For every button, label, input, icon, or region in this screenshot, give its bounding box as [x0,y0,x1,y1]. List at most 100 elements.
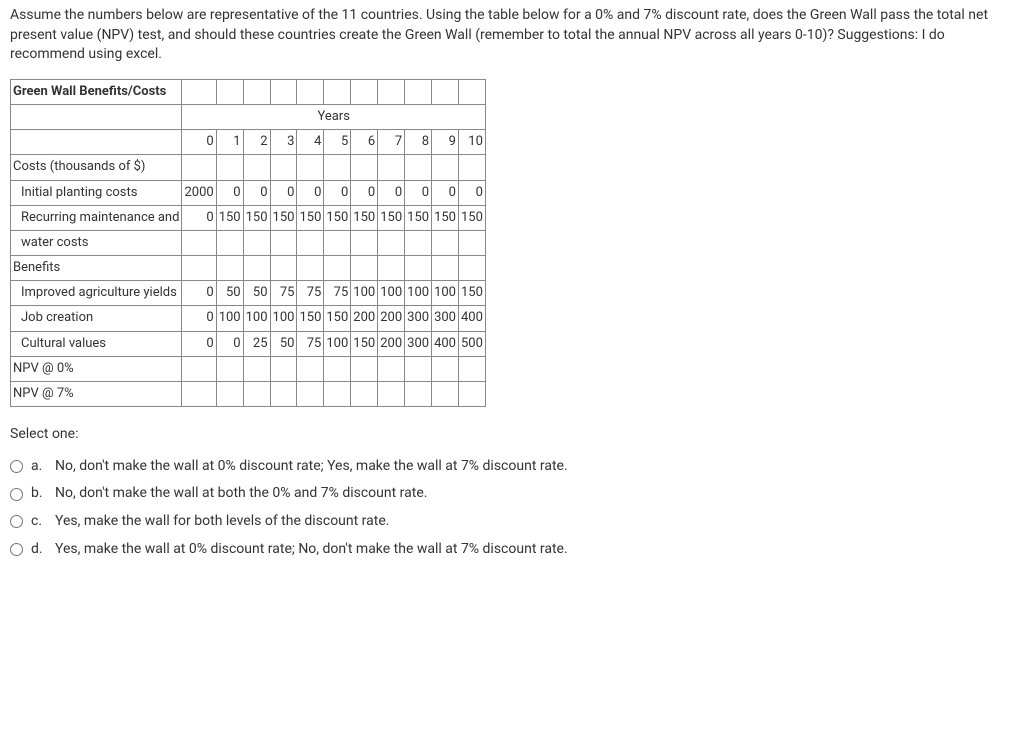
data-cell [324,356,351,381]
blank-cell [432,79,459,104]
data-cell [432,256,459,281]
row-label: Recurring maintenance and [11,205,182,230]
data-cell [297,230,324,255]
data-cell [243,382,270,407]
data-cell [458,256,485,281]
year-header: 4 [297,130,324,155]
data-cell [378,356,405,381]
data-cell [182,356,216,381]
data-cell: 500 [458,331,485,356]
data-cell: 0 [351,180,378,205]
row-label: Cultural values [11,331,182,356]
option-a[interactable]: a. No, don't make the wall at 0% discoun… [10,453,1011,481]
option-c-radio[interactable] [10,515,23,528]
option-c[interactable]: c. Yes, make the wall for both levels of… [10,508,1011,536]
option-b-radio[interactable] [10,488,23,501]
data-cell [216,382,243,407]
blank-cell [405,79,432,104]
data-cell [243,256,270,281]
data-cell: 0 [182,281,216,306]
table-row: Benefits [11,256,486,281]
data-cell [351,155,378,180]
data-cell: 100 [405,281,432,306]
data-cell: 150 [351,331,378,356]
table-title: Green Wall Benefits/Costs [11,79,182,104]
year-header: 10 [458,130,485,155]
data-cell: 150 [351,205,378,230]
data-cell: 2000 [182,180,216,205]
table-row: water costs [11,230,486,255]
data-cell: 50 [216,281,243,306]
row-label: Benefits [11,256,182,281]
data-cell: 75 [270,281,297,306]
option-b[interactable]: b. No, don't make the wall at both the 0… [10,480,1011,508]
row-label: water costs [11,230,182,255]
data-cell: 75 [297,281,324,306]
blank-cell [351,79,378,104]
data-cell: 400 [458,306,485,331]
data-cell: 150 [270,205,297,230]
option-letter: b. [31,484,47,504]
data-cell [216,356,243,381]
data-cell: 100 [324,331,351,356]
data-cell: 150 [297,205,324,230]
row-label: Job creation [11,306,182,331]
data-cell: 400 [432,331,459,356]
data-cell: 100 [351,281,378,306]
row-label: NPV @ 7% [11,382,182,407]
blank-cell [270,79,297,104]
data-cell [405,382,432,407]
data-cell: 150 [324,205,351,230]
data-cell [432,356,459,381]
data-cell: 300 [432,306,459,331]
data-cell [182,382,216,407]
table-row: Costs (thousands of $) [11,155,486,180]
data-cell [270,230,297,255]
blank-cell [243,79,270,104]
data-cell [324,382,351,407]
data-cell [243,356,270,381]
data-cell: 100 [216,306,243,331]
data-cell: 0 [182,205,216,230]
data-cell: 75 [297,331,324,356]
data-cell [324,230,351,255]
data-cell: 150 [216,205,243,230]
data-cell [216,256,243,281]
table-row: Job creation0100100100150150200200300300… [11,306,486,331]
option-text: No, don't make the wall at both the 0% a… [55,484,427,504]
data-cell: 0 [378,180,405,205]
option-a-radio[interactable] [10,460,23,473]
data-cell [378,382,405,407]
data-cell: 75 [324,281,351,306]
data-cell: 100 [378,281,405,306]
option-letter: c. [31,512,47,532]
blank-cell [458,79,485,104]
data-cell [324,155,351,180]
question-text: Assume the numbers below are representat… [10,6,1011,65]
option-d[interactable]: d. Yes, make the wall at 0% discount rat… [10,536,1011,564]
data-cell [216,155,243,180]
data-cell [182,155,216,180]
data-cell [458,230,485,255]
data-cell: 0 [216,180,243,205]
year-header: 5 [324,130,351,155]
option-d-radio[interactable] [10,543,23,556]
data-cell [432,230,459,255]
data-cell [297,382,324,407]
data-cell: 150 [378,205,405,230]
data-cell: 150 [458,281,485,306]
years-label: Years [182,104,485,129]
data-cell [270,155,297,180]
table-row: Initial planting costs20000000000000 [11,180,486,205]
data-cell [351,382,378,407]
data-cell [405,155,432,180]
data-cell [216,230,243,255]
table-row: Cultural values0025507510015020030040050… [11,331,486,356]
data-cell: 300 [405,306,432,331]
data-cell [458,356,485,381]
data-cell [458,382,485,407]
benefits-costs-table: Green Wall Benefits/Costs Years 0 1 2 3 … [10,79,486,407]
blank-cell [297,79,324,104]
data-cell [405,356,432,381]
year-header-row: 0 1 2 3 4 5 6 7 8 9 10 [11,130,486,155]
